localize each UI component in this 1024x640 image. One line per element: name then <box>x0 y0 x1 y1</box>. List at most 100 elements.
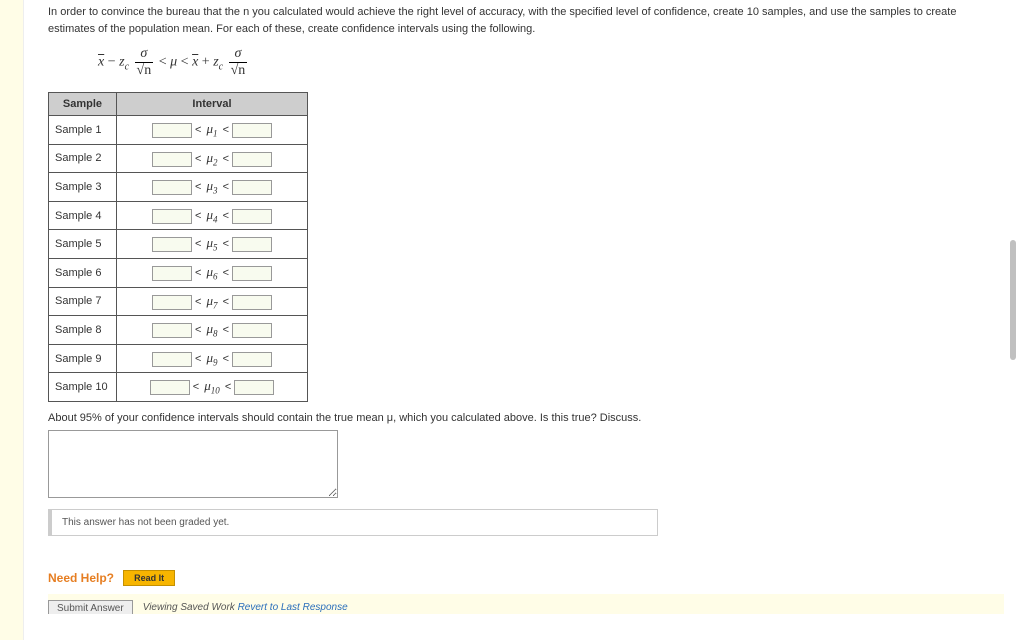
mu-symbol: μ9 <box>206 350 217 368</box>
lt-symbol: < <box>192 124 205 136</box>
mu-symbol: μ2 <box>206 150 217 168</box>
sample-label: Sample 9 <box>49 344 117 373</box>
samples-table: Sample Interval Sample 1 < μ1 < Sample 2… <box>48 92 308 402</box>
footer-strip: Submit Answer Viewing Saved Work Revert … <box>48 594 1004 614</box>
not-graded-notice: This answer has not been graded yet. <box>48 509 658 536</box>
interval-lower-input[interactable] <box>152 180 192 195</box>
lt-symbol: < <box>220 296 233 308</box>
left-margin-strip <box>0 0 24 640</box>
content-area: In order to convince the bureau that the… <box>24 0 1024 640</box>
lt-symbol: < <box>220 267 233 279</box>
table-row: Sample 9 < μ9 < <box>49 344 308 373</box>
interval-cell: < μ1 < <box>117 116 308 145</box>
table-row: Sample 1 < μ1 < <box>49 116 308 145</box>
lt-symbol: < <box>220 210 233 222</box>
interval-lower-input[interactable] <box>152 295 192 310</box>
sample-label: Sample 6 <box>49 258 117 287</box>
lt-symbol: < <box>192 238 205 250</box>
need-help-label: Need Help? <box>48 571 114 585</box>
lt-symbol: < <box>220 353 233 365</box>
interval-lower-input[interactable] <box>152 152 192 167</box>
interval-upper-input[interactable] <box>232 295 272 310</box>
table-row: Sample 6 < μ6 < <box>49 258 308 287</box>
formula-display: x − zc σ√n < μ < x + zc σ√n <box>98 47 1004 78</box>
lt-symbol: < <box>222 381 235 393</box>
interval-upper-input[interactable] <box>232 152 272 167</box>
interval-lower-input[interactable] <box>152 209 192 224</box>
mu-symbol: μ8 <box>206 321 217 339</box>
interval-cell: < μ2 < <box>117 144 308 173</box>
read-it-button[interactable]: Read It <box>123 570 175 586</box>
mu-symbol: μ1 <box>206 121 217 139</box>
lt-symbol: < <box>192 324 205 336</box>
mu-symbol: μ3 <box>206 178 217 196</box>
mu-symbol: μ4 <box>206 207 217 225</box>
lt-symbol: < <box>220 153 233 165</box>
interval-cell: < μ7 < <box>117 287 308 316</box>
sample-label: Sample 10 <box>49 373 117 402</box>
interval-lower-input[interactable] <box>150 380 190 395</box>
interval-upper-input[interactable] <box>232 266 272 281</box>
lt-symbol: < <box>220 124 233 136</box>
lt-symbol: < <box>192 210 205 222</box>
lt-symbol: < <box>192 296 205 308</box>
submit-answer-button[interactable]: Submit Answer <box>48 600 133 614</box>
lt-symbol: < <box>220 324 233 336</box>
scrollbar-thumb[interactable] <box>1010 240 1016 360</box>
instruction-text: In order to convince the bureau that the… <box>48 4 1004 37</box>
interval-lower-input[interactable] <box>152 323 192 338</box>
interval-upper-input[interactable] <box>232 180 272 195</box>
lt-symbol: < <box>220 181 233 193</box>
interval-upper-input[interactable] <box>232 123 272 138</box>
mu-symbol: μ7 <box>206 293 217 311</box>
table-row: Sample 3 < μ3 < <box>49 173 308 202</box>
interval-upper-input[interactable] <box>232 352 272 367</box>
sample-label: Sample 4 <box>49 201 117 230</box>
lt-symbol: < <box>220 238 233 250</box>
mu-symbol: μ6 <box>206 264 217 282</box>
mu-symbol: μ10 <box>204 378 220 396</box>
mu-symbol: μ5 <box>206 235 217 253</box>
interval-cell: < μ8 < <box>117 316 308 345</box>
lt-symbol: < <box>192 153 205 165</box>
sample-label: Sample 7 <box>49 287 117 316</box>
revert-link[interactable]: Revert to Last Response <box>238 602 348 613</box>
interval-lower-input[interactable] <box>152 237 192 252</box>
interval-cell: < μ4 < <box>117 201 308 230</box>
lt-symbol: < <box>192 267 205 279</box>
interval-cell: < μ3 < <box>117 173 308 202</box>
interval-upper-input[interactable] <box>232 323 272 338</box>
table-row: Sample 4 < μ4 < <box>49 201 308 230</box>
interval-upper-input[interactable] <box>232 237 272 252</box>
viewing-saved-work-text: Viewing Saved Work <box>143 602 235 613</box>
lt-symbol: < <box>192 181 205 193</box>
interval-lower-input[interactable] <box>152 123 192 138</box>
table-row: Sample 8 < μ8 < <box>49 316 308 345</box>
lt-symbol: < <box>192 353 205 365</box>
discuss-prompt: About 95% of your confidence intervals s… <box>48 412 1004 424</box>
sample-label: Sample 8 <box>49 316 117 345</box>
lt-symbol: < <box>190 381 203 393</box>
interval-lower-input[interactable] <box>152 266 192 281</box>
table-row: Sample 2 < μ2 < <box>49 144 308 173</box>
sample-label: Sample 5 <box>49 230 117 259</box>
interval-cell: < μ6 < <box>117 258 308 287</box>
footer-text: Viewing Saved Work Revert to Last Respon… <box>143 596 348 613</box>
col-header-interval: Interval <box>117 93 308 116</box>
col-header-sample: Sample <box>49 93 117 116</box>
interval-upper-input[interactable] <box>234 380 274 395</box>
sample-label: Sample 3 <box>49 173 117 202</box>
interval-cell: < μ10 < <box>117 373 308 402</box>
page-root: In order to convince the bureau that the… <box>0 0 1024 640</box>
table-row: Sample 10 < μ10 < <box>49 373 308 402</box>
table-row: Sample 5 < μ5 < <box>49 230 308 259</box>
interval-cell: < μ5 < <box>117 230 308 259</box>
scrollbar-track[interactable] <box>1010 0 1016 640</box>
sample-label: Sample 1 <box>49 116 117 145</box>
interval-cell: < μ9 < <box>117 344 308 373</box>
discuss-textarea[interactable] <box>48 430 338 498</box>
interval-upper-input[interactable] <box>232 209 272 224</box>
interval-lower-input[interactable] <box>152 352 192 367</box>
table-row: Sample 7 < μ7 < <box>49 287 308 316</box>
need-help-row: Need Help? Read It <box>48 570 1004 586</box>
